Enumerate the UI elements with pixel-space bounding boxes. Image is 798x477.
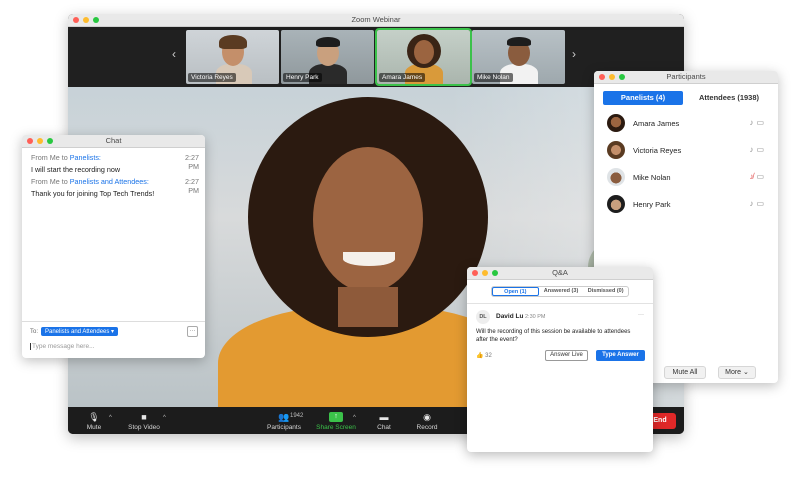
share-screen-icon: ↑	[329, 412, 343, 422]
participant-row[interactable]: Henry Park ♪▭	[607, 195, 769, 215]
video-camera-icon[interactable]: ▭	[756, 145, 767, 154]
participant-row[interactable]: Amara James ♪▭	[607, 114, 769, 134]
qa-titlebar: Q&A	[467, 267, 653, 280]
video-options-caret-icon[interactable]: ^	[163, 415, 166, 421]
tab-attendees[interactable]: Attendees (1938)	[687, 91, 771, 105]
chat-message: From Me to Panelists: 2:27 PM I will sta…	[31, 153, 199, 174]
participant-name: Mike Nolan	[633, 173, 671, 182]
participant-name: Henry Park	[633, 200, 671, 209]
mute-all-button[interactable]: Mute All	[664, 366, 706, 379]
participant-row[interactable]: Victoria Reyes ♪▭	[607, 141, 769, 161]
audio-options-caret-icon[interactable]: ^	[109, 415, 112, 421]
more-options-button[interactable]: More ⌄	[718, 366, 756, 379]
filmstrip-prev-arrow-icon[interactable]: ‹	[172, 47, 176, 61]
window-title: Chat	[105, 136, 122, 145]
speaker-face	[313, 147, 423, 292]
chat-titlebar: Chat	[22, 135, 205, 148]
message-time: 2:27 PM	[185, 177, 199, 195]
participant-row[interactable]: Mike Nolan ♪̸▭	[607, 168, 769, 188]
speaker-smile	[343, 252, 395, 266]
video-camera-icon[interactable]: ▭	[756, 118, 767, 127]
recipient-dropdown[interactable]: Panelists and Attendees ▾	[41, 327, 119, 336]
avatar	[607, 114, 625, 132]
video-filmstrip: ‹ Victoria Reyes Henry Park Amara James …	[68, 27, 684, 87]
thumbs-up-icon: 👍	[476, 353, 484, 359]
stop-video-button[interactable]: ■ Stop Video	[124, 412, 164, 431]
record-button[interactable]: ◉ Record	[414, 412, 440, 431]
video-thumbnail-victoria-reyes[interactable]: Victoria Reyes	[186, 30, 279, 84]
video-thumbnail-henry-park[interactable]: Henry Park	[281, 30, 374, 84]
video-thumbnail-mike-nolan[interactable]: Mike Nolan	[472, 30, 565, 84]
question-text: Will the recording of this session be av…	[476, 329, 631, 343]
asker-name: David Lu	[496, 313, 524, 320]
upvote-count[interactable]: 👍 32	[476, 352, 492, 359]
participants-count: 1942	[290, 413, 304, 419]
avatar	[607, 168, 625, 186]
tab-answered[interactable]: Answered (3)	[539, 287, 584, 296]
mute-button[interactable]: 🎙 Mute	[84, 412, 104, 431]
question-time: 2:30 PM	[525, 314, 546, 320]
participant-name: Amara James	[633, 119, 680, 128]
chat-message-input[interactable]: Type message here...	[30, 343, 195, 350]
chat-bubble-icon: ▬	[379, 412, 389, 422]
chat-compose-area: To: Panelists and Attendees ▾ ··· Type m…	[22, 321, 205, 358]
thumbnail-name-label: Henry Park	[283, 73, 322, 82]
window-title: Participants	[666, 72, 706, 81]
type-answer-button[interactable]: Type Answer	[596, 350, 645, 361]
video-camera-icon[interactable]: ▭	[756, 199, 767, 208]
tab-panelists[interactable]: Panelists (4)	[603, 91, 683, 105]
avatar: DL	[476, 310, 490, 324]
qa-window: Q&A Open (1) Answered (3) Dismissed (0) …	[467, 267, 653, 452]
participants-tabs: Panelists (4) Attendees (1938)	[603, 91, 771, 105]
zoom-titlebar: Zoom Webinar	[68, 14, 684, 27]
share-screen-button[interactable]: ↑ Share Screen	[314, 412, 358, 431]
message-time: 2:27 PM	[185, 153, 199, 171]
participant-name: Victoria Reyes	[633, 146, 682, 155]
share-options-caret-icon[interactable]: ^	[353, 415, 356, 421]
chat-window: Chat From Me to Panelists: 2:27 PM I wil…	[22, 135, 205, 358]
thumbnail-name-label: Mike Nolan	[474, 73, 513, 82]
filmstrip-next-arrow-icon[interactable]: ›	[572, 47, 576, 61]
thumbnail-name-label: Victoria Reyes	[188, 73, 236, 82]
participants-titlebar: Participants	[594, 71, 778, 84]
thumbnail-name-label: Amara James	[379, 73, 426, 82]
divider	[467, 303, 653, 304]
tab-dismissed[interactable]: Dismissed (0)	[583, 287, 628, 296]
avatar	[607, 195, 625, 213]
microphone-icon: 🎙	[88, 412, 100, 422]
window-title: Q&A	[552, 268, 568, 277]
video-thumbnail-amara-james[interactable]: Amara James	[375, 28, 472, 86]
message-text: Thank you for joining Top Tech Trends!	[31, 189, 155, 198]
message-text: I will start the recording now	[31, 165, 121, 174]
to-label: To:	[30, 329, 39, 335]
video-camera-icon: ■	[141, 412, 147, 422]
window-title: Zoom Webinar	[351, 15, 401, 24]
record-icon: ◉	[423, 412, 431, 422]
answer-live-button[interactable]: Answer Live	[545, 350, 588, 361]
chat-button[interactable]: ▬ Chat	[371, 412, 397, 431]
chat-message: From Me to Panelists and Attendees: 2:27…	[31, 177, 199, 198]
qa-tabs: Open (1) Answered (3) Dismissed (0)	[491, 286, 629, 297]
question-menu-icon[interactable]: ···	[638, 312, 644, 318]
avatar	[607, 141, 625, 159]
chat-more-options-button[interactable]: ···	[187, 326, 198, 337]
tab-open[interactable]: Open (1)	[492, 287, 539, 296]
video-camera-icon[interactable]: ▭	[756, 172, 767, 181]
